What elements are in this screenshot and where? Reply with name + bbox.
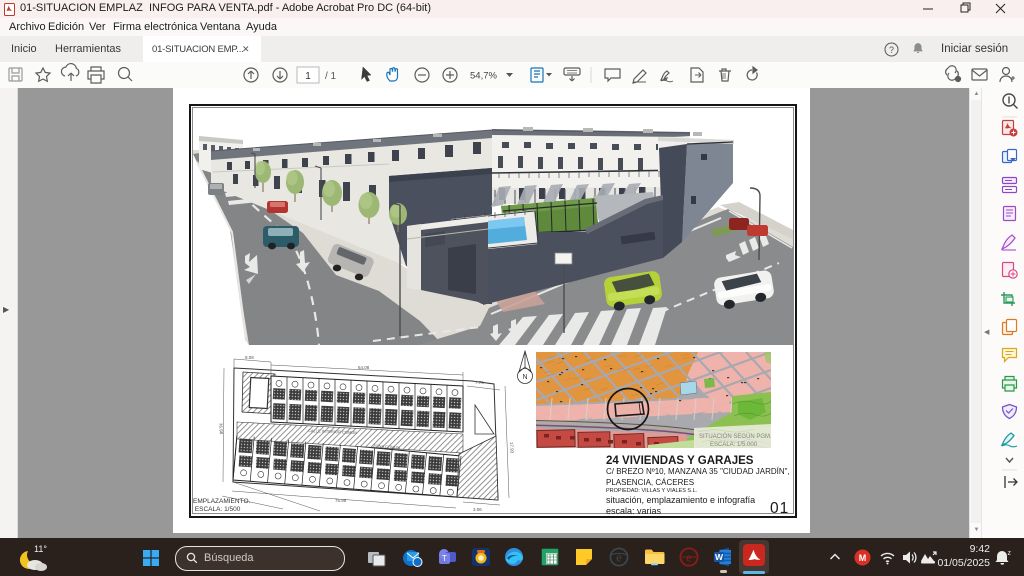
svg-text:/ 1: / 1 [325,71,337,82]
svg-text:1: 1 [305,71,311,82]
svg-text:9.08: 9.08 [245,355,254,360]
svg-text:W: W [715,552,724,562]
svg-text:ESCALA: 1/5.000: ESCALA: 1/5.000 [710,442,758,448]
svg-text:11°: 11° [34,544,47,554]
svg-text:75.98: 75.98 [335,498,347,503]
svg-text:?: ? [889,45,894,55]
svg-text:z: z [1008,550,1012,557]
svg-text:N: N [522,374,527,381]
svg-text:17.93: 17.93 [509,442,515,454]
svg-text:M: M [859,553,867,563]
svg-text:e: e [616,550,622,565]
svg-text:54,7%: 54,7% [470,71,497,82]
svg-text:T: T [442,554,447,563]
svg-text:SITUACIÓN SEGÚN PGM.: SITUACIÓN SEGÚN PGM. [699,433,771,440]
svg-text:3.06: 3.06 [473,507,482,512]
svg-text:7.76: 7.76 [475,380,484,385]
svg-text:76.98: 76.98 [218,423,224,435]
svg-text:64.08: 64.08 [358,365,370,370]
